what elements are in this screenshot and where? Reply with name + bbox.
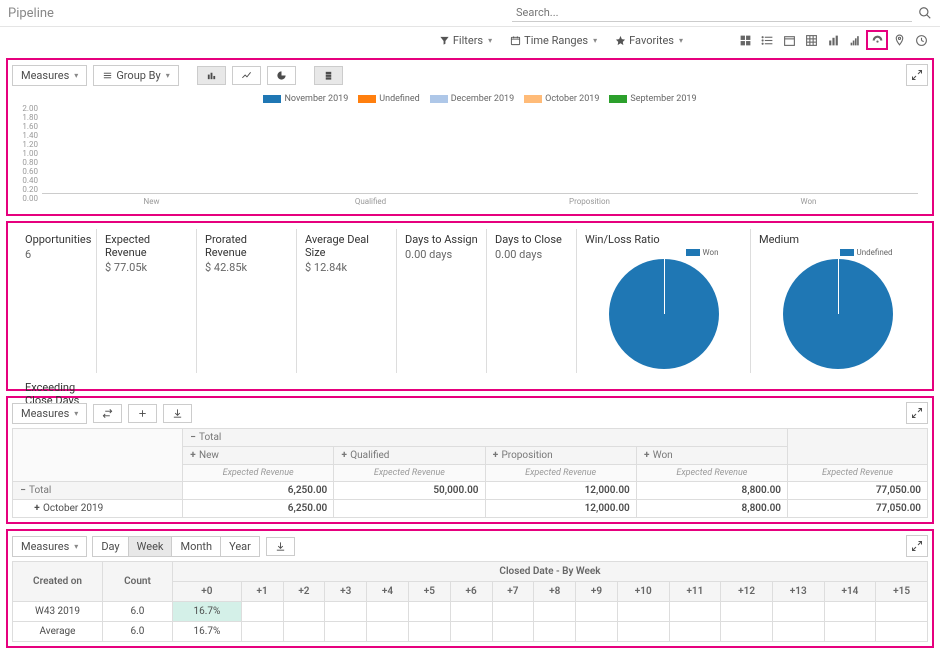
pie2-legend: Undefined: [857, 248, 893, 257]
view-kanban-icon[interactable]: [734, 30, 756, 50]
bar-Qualified: Qualified: [261, 106, 480, 193]
favorites-button[interactable]: Favorites▾: [611, 32, 687, 49]
pivot-measures-button[interactable]: Measures▾: [12, 403, 87, 424]
list-icon: [102, 70, 113, 81]
cohort-panel: Measures▾ DayWeekMonthYear Created onCou…: [6, 529, 934, 648]
range-month-button[interactable]: Month: [171, 536, 221, 557]
winloss-pie: [609, 259, 719, 369]
cohort-table: Created onCountClosed Date - By Week +0+…: [12, 561, 928, 642]
legend-item: September 2019: [609, 94, 696, 104]
cohort-title: Closed Date - By Week: [173, 562, 928, 582]
kpi-daysclose-value: 0.00 days: [495, 248, 568, 261]
star-icon: [615, 35, 626, 46]
kpi-daysassign-label: Days to Assign: [405, 233, 478, 246]
legend-item: Undefined: [358, 94, 419, 104]
chart-stacked-button[interactable]: [314, 66, 343, 85]
legend-item: October 2019: [524, 94, 599, 104]
expand-button[interactable]: [906, 64, 928, 86]
bar-Won: Won: [699, 106, 918, 193]
bar-chart-panel: Measures▾ Group By▾ November 2019 Undefin…: [6, 58, 934, 216]
legend-item: November 2019: [263, 94, 348, 104]
cohort-row: Average6.016.7%: [13, 622, 928, 642]
favorites-label: Favorites: [629, 34, 674, 47]
cohort-created-header: Created on: [13, 562, 103, 602]
view-pivot-icon[interactable]: [800, 30, 822, 50]
view-map-icon[interactable]: [888, 30, 910, 50]
filters-label: Filters: [453, 34, 483, 47]
view-graph-icon[interactable]: [822, 30, 844, 50]
chart-line-button[interactable]: [232, 66, 261, 85]
calendar-icon: [510, 35, 521, 46]
pivot-download-button[interactable]: [163, 404, 192, 423]
kpi-panel: Opportunities6 Expected Revenue$ 77.05k …: [6, 221, 934, 391]
time-ranges-label: Time Ranges: [524, 34, 588, 47]
pivot-expand-button[interactable]: [128, 404, 157, 423]
kpi-daysclose-label: Days to Close: [495, 233, 568, 246]
range-day-button[interactable]: Day: [92, 536, 128, 557]
range-year-button[interactable]: Year: [220, 536, 260, 557]
cohort-row: W43 20196.016.7%: [13, 602, 928, 622]
cohort-count-header: Count: [103, 562, 173, 602]
time-ranges-button[interactable]: Time Ranges▾: [506, 32, 601, 49]
pivot-flip-button[interactable]: [93, 404, 122, 423]
search-icon[interactable]: [918, 6, 932, 20]
search-input[interactable]: [512, 4, 912, 22]
view-activity-icon[interactable]: [910, 30, 932, 50]
kpi-avg-label: Average Deal Size: [305, 233, 388, 259]
measures-button[interactable]: Measures▾: [12, 65, 87, 86]
kpi-opportunities-value: 6: [25, 248, 88, 261]
pie1-legend: Won: [703, 248, 719, 257]
cohort-fullscreen-button[interactable]: [906, 535, 928, 557]
pivot-panel: Measures▾ −Total +New+Qualified+Proposit…: [6, 396, 934, 524]
pivot-fullscreen-button[interactable]: [906, 402, 928, 424]
kpi-avg-value: $ 12.84k: [305, 261, 388, 274]
chart-bar-button[interactable]: [197, 66, 226, 85]
bar-Proposition: Proposition: [480, 106, 699, 193]
cohort-measures-button[interactable]: Measures▾: [12, 536, 87, 557]
kpi-daysassign-value: 0.00 days: [405, 248, 478, 261]
kpi-exprev-value: $ 77.05k: [105, 261, 188, 274]
chart-pie-button[interactable]: [267, 66, 296, 85]
filters-button[interactable]: Filters▾: [435, 32, 496, 49]
kpi-medium-label: Medium: [759, 233, 799, 246]
view-cohort-icon[interactable]: [844, 30, 866, 50]
bar-New: New: [42, 106, 261, 193]
view-dashboard-icon[interactable]: [866, 30, 888, 50]
page-title: Pipeline: [8, 6, 54, 21]
kpi-winloss-label: Win/Loss Ratio: [585, 233, 660, 246]
cohort-download-button[interactable]: [266, 537, 295, 556]
kpi-opportunities-label: Opportunities: [25, 233, 88, 246]
kpi-prorev-label: Prorated Revenue: [205, 233, 288, 259]
kpi-exprev-label: Expected Revenue: [105, 233, 188, 259]
groupby-button[interactable]: Group By▾: [93, 65, 178, 86]
view-calendar-icon[interactable]: [778, 30, 800, 50]
view-list-icon[interactable]: [756, 30, 778, 50]
legend-item: December 2019: [430, 94, 514, 104]
medium-pie: [783, 259, 893, 369]
range-week-button[interactable]: Week: [128, 536, 173, 557]
pivot-table: −Total +New+Qualified+Proposition+Won Ex…: [12, 428, 928, 518]
filter-icon: [439, 35, 450, 46]
kpi-prorev-value: $ 42.85k: [205, 261, 288, 274]
